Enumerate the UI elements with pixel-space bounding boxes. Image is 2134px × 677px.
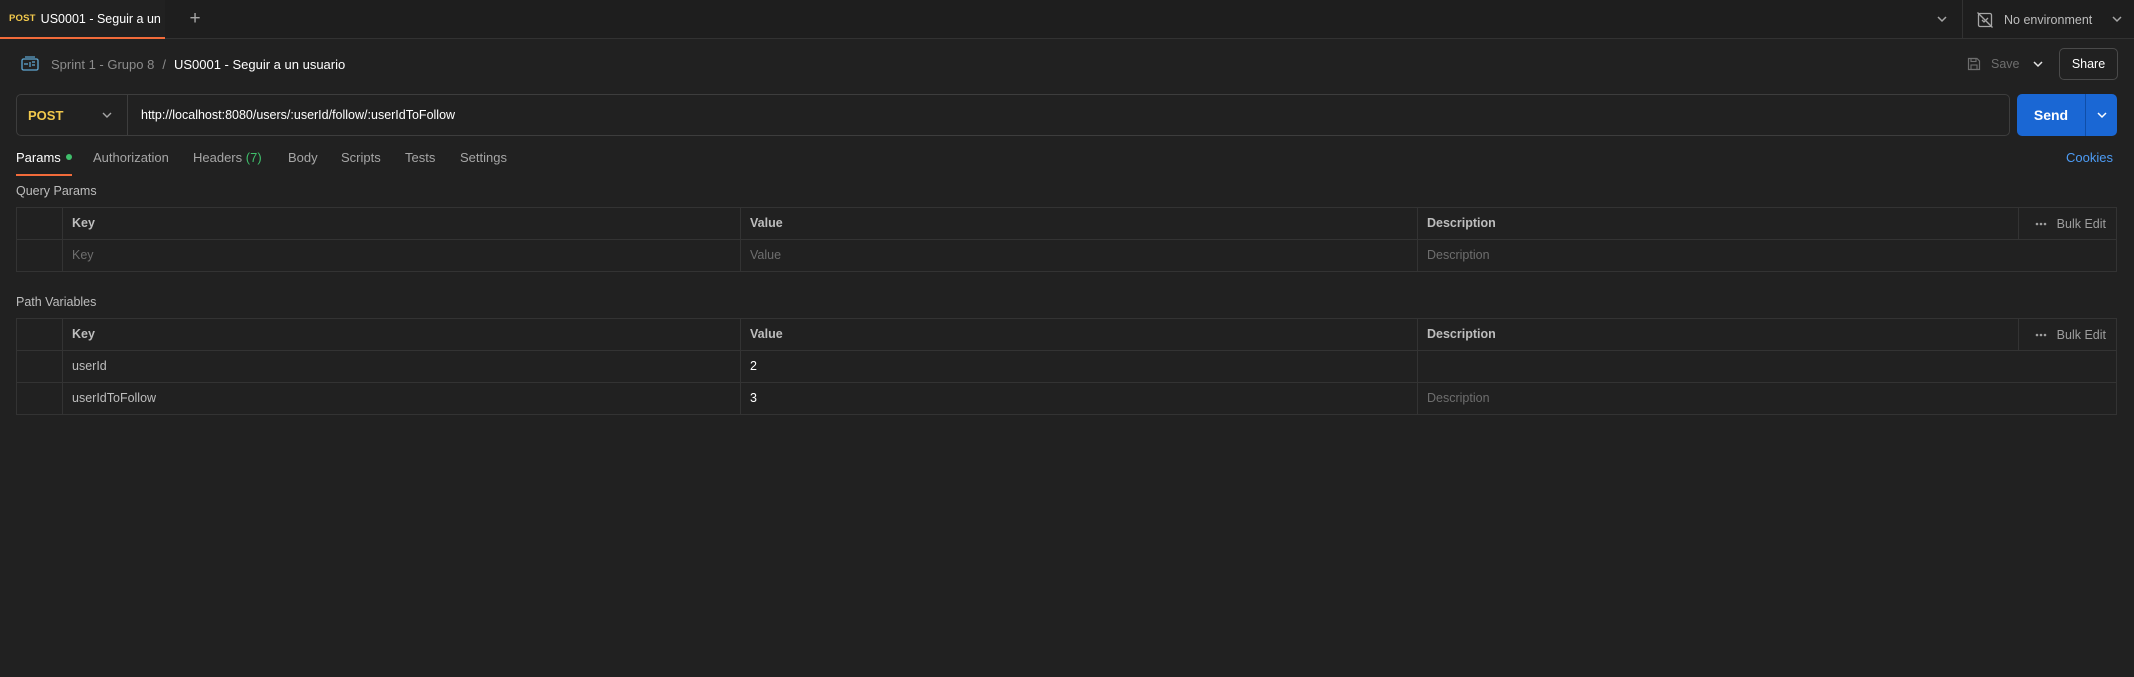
column-value: Value — [740, 319, 1417, 350]
description-input[interactable]: Description — [1417, 383, 2116, 414]
value-input[interactable]: Value — [740, 240, 1417, 271]
column-key: Key — [62, 208, 740, 239]
tab-body[interactable]: Body — [288, 142, 318, 176]
method-select[interactable]: POST — [17, 95, 129, 135]
save-label: Save — [1991, 57, 2020, 71]
url-input[interactable]: http://localhost:8080/users/:userId/foll… — [141, 95, 455, 135]
path-variable-key: userIdToFollow — [62, 383, 740, 414]
tab-tests[interactable]: Tests — [405, 142, 435, 176]
tab-headers[interactable]: Headers (7) — [193, 142, 262, 176]
save-button[interactable]: Save — [1966, 52, 2020, 76]
breadcrumb: Sprint 1 - Grupo 8 / US0001 - Seguir a u… — [51, 40, 345, 88]
tab-settings-label: Settings — [460, 150, 507, 165]
tab-authorization[interactable]: Authorization — [93, 142, 169, 176]
tab-tests-label: Tests — [405, 150, 436, 165]
tab-title: US0001 - Seguir a un u — [40, 11, 165, 26]
checkbox-column — [17, 208, 62, 239]
query-params-title: Query Params — [16, 184, 97, 198]
divider — [2018, 319, 2019, 350]
table-header-row: Key Value Description Bulk Edit — [17, 319, 2116, 351]
save-icon — [1967, 57, 1981, 71]
column-description: Description — [1417, 208, 2116, 239]
tab-bar: POST US0001 - Seguir a un u + No environ… — [0, 0, 2134, 39]
path-variables-title: Path Variables — [16, 295, 97, 309]
table-tools: Bulk Edit — [2033, 208, 2106, 239]
table-tools: Bulk Edit — [2033, 319, 2106, 350]
table-row: userId 2 — [17, 351, 2116, 383]
breadcrumb-collection[interactable]: Sprint 1 - Grupo 8 — [51, 57, 154, 72]
path-variable-value-input[interactable]: 3 — [740, 383, 1417, 414]
send-button[interactable]: Send — [2017, 94, 2085, 136]
table-row: userIdToFollow 3 Description — [17, 383, 2116, 415]
cookies-link[interactable]: Cookies — [2066, 142, 2113, 174]
tab-authorization-label: Authorization — [93, 150, 169, 165]
divider — [1962, 0, 1963, 39]
method-chevron-down-icon — [102, 112, 112, 118]
divider — [127, 95, 128, 135]
row-spacer — [17, 351, 62, 382]
column-key: Key — [62, 319, 740, 350]
send-options-chevron-down-icon[interactable] — [2092, 105, 2112, 125]
params-active-dot — [65, 154, 72, 160]
row-spacer — [17, 383, 62, 414]
column-description: Description — [1417, 319, 2116, 350]
column-description-label: Description — [1427, 327, 1496, 341]
tabs-chevron-down-icon[interactable] — [1931, 8, 1953, 30]
description-input[interactable] — [1417, 351, 2116, 382]
bulk-edit-button[interactable]: Bulk Edit — [2057, 328, 2106, 342]
headers-count: (7) — [245, 150, 262, 165]
tab-headers-label: Headers — [193, 150, 243, 165]
method-label: POST — [28, 107, 64, 123]
environment-chevron-down-icon — [2112, 16, 2122, 23]
column-description-label: Description — [1427, 216, 1496, 230]
row-checkbox[interactable] — [17, 240, 62, 271]
divider — [2085, 94, 2086, 136]
more-horizontal-icon[interactable] — [2033, 216, 2049, 232]
path-variable-value-input[interactable]: 2 — [740, 351, 1417, 382]
request-tab[interactable]: POST US0001 - Seguir a un u — [0, 0, 165, 39]
tab-body-label: Body — [288, 150, 318, 165]
divider — [2018, 208, 2019, 239]
tab-params-label: Params — [16, 150, 61, 165]
query-params-table: Key Value Description Bulk Edit Key Valu… — [16, 207, 2117, 272]
new-tab-plus-icon[interactable]: + — [184, 8, 206, 30]
table-row: Key Value Description — [17, 240, 2116, 272]
send-button-group: Send — [2017, 94, 2117, 136]
tab-method-label: POST — [9, 13, 36, 24]
description-input[interactable]: Description — [1417, 240, 2116, 271]
checkbox-column — [17, 319, 62, 350]
column-value: Value — [740, 208, 1417, 239]
more-horizontal-icon[interactable] — [2033, 327, 2049, 343]
bulk-edit-button[interactable]: Bulk Edit — [2057, 217, 2106, 231]
tab-scripts-label: Scripts — [341, 150, 381, 165]
breadcrumb-separator: / — [162, 56, 166, 72]
path-variables-table: Key Value Description Bulk Edit userId 2… — [16, 318, 2117, 415]
no-environment-icon — [1977, 11, 1993, 28]
save-options-chevron-down-icon[interactable] — [2027, 53, 2049, 75]
tab-scripts[interactable]: Scripts — [341, 142, 381, 176]
path-variable-key: userId — [62, 351, 740, 382]
tab-params[interactable]: Params — [16, 142, 72, 176]
request-header: Sprint 1 - Grupo 8 / US0001 - Seguir a u… — [0, 40, 2134, 88]
environment-selector[interactable]: No environment — [1976, 0, 2126, 39]
request-tabs: Params Authorization Headers (7) Body Sc… — [16, 142, 2116, 176]
environment-label: No environment — [2004, 12, 2093, 27]
http-request-icon — [21, 56, 39, 71]
table-header-row: Key Value Description Bulk Edit — [17, 208, 2116, 240]
key-input[interactable]: Key — [62, 240, 740, 271]
url-bar: POST http://localhost:8080/users/:userId… — [16, 94, 2010, 136]
request-name[interactable]: US0001 - Seguir a un usuario — [174, 57, 345, 72]
tab-settings[interactable]: Settings — [460, 142, 507, 176]
share-button[interactable]: Share — [2059, 48, 2118, 80]
